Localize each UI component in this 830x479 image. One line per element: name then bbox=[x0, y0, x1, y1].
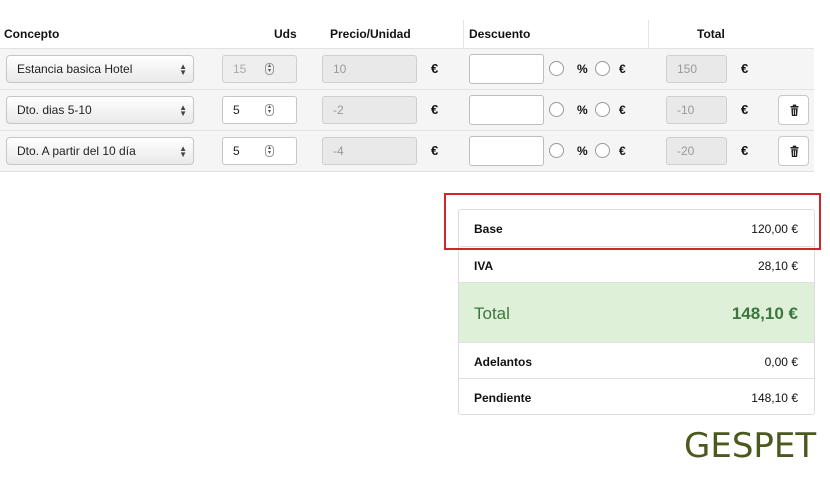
summary-adelantos-row: Adelantos 0,00 € bbox=[459, 343, 814, 379]
uds-input[interactable]: 5 ▴ ▾ bbox=[222, 96, 297, 124]
base-highlight-box bbox=[444, 193, 821, 250]
adelantos-value: 0,00 € bbox=[764, 355, 798, 369]
header-precio-unidad: Precio/Unidad bbox=[330, 27, 411, 41]
pendiente-value: 148,10 € bbox=[751, 391, 798, 405]
total-currency: € bbox=[741, 143, 749, 158]
precio-value: -2 bbox=[333, 103, 344, 117]
precio-currency: € bbox=[431, 143, 439, 158]
percent-label: % bbox=[577, 62, 588, 76]
line-total-input: -10 bbox=[666, 96, 727, 124]
descuento-input[interactable] bbox=[469, 95, 544, 125]
uds-value: 5 bbox=[233, 144, 240, 158]
header-concepto: Concepto bbox=[4, 27, 60, 41]
uds-value: 15 bbox=[233, 62, 247, 76]
percent-label: % bbox=[577, 103, 588, 117]
concepto-select[interactable]: Dto. dias 5-10 ▲ ▼ bbox=[6, 96, 194, 124]
descuento-input[interactable] bbox=[469, 136, 544, 166]
concepto-value: Dto. dias 5-10 bbox=[17, 103, 92, 117]
euro-option-label: € bbox=[619, 62, 626, 76]
summary-pendiente-row: Pendiente 148,10 € bbox=[459, 379, 814, 414]
euro-option-label: € bbox=[619, 144, 626, 158]
total-label: Total bbox=[474, 304, 510, 323]
descuento-percent-radio[interactable] bbox=[549, 61, 564, 76]
concepto-value: Dto. A partir del 10 día bbox=[17, 144, 136, 158]
euro-option-label: € bbox=[619, 103, 626, 117]
summary-total-row: Total 148,10 € bbox=[459, 283, 814, 343]
delete-row-button[interactable] bbox=[778, 95, 809, 125]
line-total-value: -20 bbox=[677, 144, 695, 158]
uds-input[interactable]: 5 ▴ ▾ bbox=[222, 137, 297, 165]
line-total-value: -10 bbox=[677, 103, 695, 117]
line-total-input: 150 bbox=[666, 55, 727, 83]
delete-row-button[interactable] bbox=[778, 136, 809, 166]
total-value: 148,10 € bbox=[731, 304, 798, 323]
adelantos-label: Adelantos bbox=[474, 355, 533, 369]
header-uds: Uds bbox=[274, 27, 297, 41]
concepto-select[interactable]: Dto. A partir del 10 día ▲ ▼ bbox=[6, 137, 194, 165]
descuento-percent-radio[interactable] bbox=[549, 102, 564, 117]
precio-currency: € bbox=[431, 61, 439, 76]
trash-icon bbox=[790, 104, 799, 116]
precio-value: 10 bbox=[333, 62, 347, 76]
trash-icon bbox=[790, 145, 799, 157]
gespet-logo: GESPET bbox=[684, 426, 817, 466]
line-total-input: -20 bbox=[666, 137, 727, 165]
precio-value: -4 bbox=[333, 144, 344, 158]
precio-input: -2 bbox=[322, 96, 417, 124]
total-currency: € bbox=[741, 102, 749, 117]
precio-input: -4 bbox=[322, 137, 417, 165]
row-divider bbox=[0, 171, 814, 172]
descuento-euro-radio[interactable] bbox=[595, 143, 610, 158]
descuento-input[interactable] bbox=[469, 54, 544, 84]
line-total-value: 150 bbox=[677, 62, 698, 76]
concepto-select[interactable]: Estancia basica Hotel ▲ ▼ bbox=[6, 55, 194, 83]
uds-value: 5 bbox=[233, 103, 240, 117]
spinner-icon[interactable]: ▴ ▾ bbox=[265, 63, 274, 75]
iva-value: 28,10 € bbox=[757, 259, 798, 273]
descuento-euro-radio[interactable] bbox=[595, 61, 610, 76]
header-descuento: Descuento bbox=[469, 27, 531, 41]
spinner-icon[interactable]: ▴ ▾ bbox=[265, 145, 274, 157]
uds-input[interactable]: 15 ▴ ▾ bbox=[222, 55, 297, 83]
spinner-icon[interactable]: ▴ ▾ bbox=[265, 104, 274, 116]
descuento-euro-radio[interactable] bbox=[595, 102, 610, 117]
descuento-percent-radio[interactable] bbox=[549, 143, 564, 158]
precio-currency: € bbox=[431, 102, 439, 117]
percent-label: % bbox=[577, 144, 588, 158]
total-currency: € bbox=[741, 61, 749, 76]
precio-input: 10 bbox=[322, 55, 417, 83]
pendiente-label: Pendiente bbox=[474, 391, 532, 405]
summary-iva-row: IVA 28,10 € bbox=[459, 247, 814, 283]
concepto-value: Estancia basica Hotel bbox=[17, 62, 133, 76]
header-total: Total bbox=[697, 27, 725, 41]
iva-label: IVA bbox=[474, 259, 494, 273]
